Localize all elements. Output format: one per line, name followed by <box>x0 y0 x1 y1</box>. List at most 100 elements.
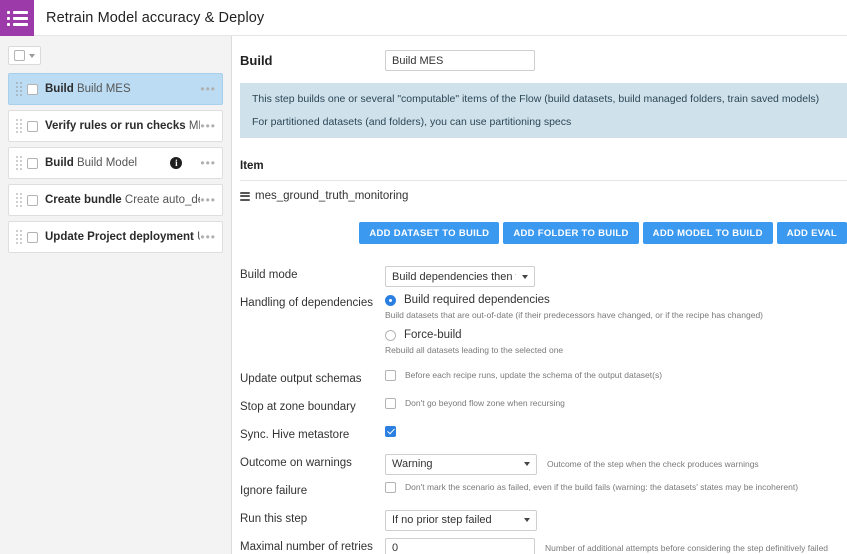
dep-option-1-help: Build datasets that are out-of-date (if … <box>385 310 764 321</box>
step-label-bold: Create bundle <box>45 194 125 206</box>
step-label-rest: Build MES <box>76 83 131 95</box>
ignore-failure-row: Ignore failure Don't mark the scenario a… <box>240 481 847 505</box>
add-model-to-build-button[interactable]: ADD MODEL TO BUILD <box>642 222 773 245</box>
item-section-title: Item <box>240 160 264 173</box>
sidebar-item-update-project-deployment[interactable]: Update Project deployment Upda... ••• <box>8 221 223 253</box>
step-label-rest: Create auto_deplo... <box>124 194 201 206</box>
dep-option-2-help: Rebuild all datasets leading to the sele… <box>385 345 564 356</box>
sidebar-item-build-mes[interactable]: Build Build MES ••• <box>8 73 223 105</box>
step-checkbox[interactable] <box>27 120 38 132</box>
step-label-bold: Verify rules or run checks <box>45 120 189 132</box>
update-output-schemas-text: Before each recipe runs, update the sche… <box>405 370 663 380</box>
build-name-input[interactable] <box>385 50 535 71</box>
maximal-retries-help: Number of additional attempts before con… <box>545 543 829 553</box>
step-menu-icon[interactable]: ••• <box>200 83 216 95</box>
info-banner: This step builds one or several "computa… <box>240 83 847 139</box>
step-label-rest: Build Model <box>76 157 138 169</box>
radio-label: Build required dependencies <box>404 294 550 307</box>
drag-handle-icon[interactable] <box>15 155 22 171</box>
step-menu-icon[interactable]: ••• <box>200 231 216 243</box>
chevron-down-icon[interactable] <box>29 53 35 58</box>
maximal-retries-label: Maximal number of retries <box>240 540 373 553</box>
step-menu-icon[interactable]: ••• <box>200 194 216 206</box>
drag-handle-icon[interactable] <box>15 81 22 97</box>
maximal-retries-input[interactable] <box>385 537 535 554</box>
update-output-schemas-checkbox[interactable] <box>385 369 396 381</box>
step-label: Build Build MES <box>45 83 131 95</box>
divider <box>240 180 847 182</box>
outcome-on-warnings-label: Outcome on warnings <box>240 456 352 469</box>
drag-handle-icon[interactable] <box>15 192 22 208</box>
radio-icon[interactable] <box>385 329 396 341</box>
chevron-down-icon <box>524 462 530 466</box>
step-label: Create bundle Create auto_deplo... <box>45 194 200 206</box>
outcome-on-warnings-help: Outcome of the step when the check produ… <box>547 459 759 469</box>
drag-handle-icon[interactable] <box>15 229 22 245</box>
outcome-on-warnings-select[interactable]: Warning <box>385 453 537 475</box>
app-header: Retrain Model accuracy & Deploy <box>0 0 847 36</box>
step-label-rest: MES check <box>188 120 201 132</box>
ignore-failure-checkbox[interactable] <box>385 481 396 493</box>
dataset-icon <box>240 191 250 201</box>
sidebar-item-verify-rules[interactable]: Verify rules or run checks MES check ••• <box>8 110 223 142</box>
radio-label: Force-build <box>404 329 462 342</box>
maximal-retries-row: Maximal number of retries Number of addi… <box>240 537 847 554</box>
build-label: Build <box>240 53 273 68</box>
step-menu-icon[interactable]: ••• <box>200 120 216 132</box>
radio-icon-selected[interactable] <box>385 294 396 306</box>
step-label: Verify rules or run checks MES check <box>45 120 200 132</box>
update-output-schemas-label: Update output schemas <box>240 372 362 385</box>
bulk-select-control[interactable] <box>8 46 41 65</box>
run-this-step-label: Run this step <box>240 512 308 525</box>
step-detail-panel: Build This step builds one or several "c… <box>232 36 847 554</box>
build-mode-row: Build mode Build dependencies then these… <box>240 266 847 289</box>
step-label-bold: Build <box>45 157 77 169</box>
run-this-step-value: If no prior step failed <box>392 514 492 526</box>
run-this-step-row: Run this step If no prior step failed <box>240 509 847 533</box>
step-label-bold: Update Project deployment <box>45 231 198 243</box>
step-checkbox[interactable] <box>27 194 38 206</box>
checkbox-icon[interactable] <box>14 50 25 61</box>
step-menu-icon[interactable]: ••• <box>200 157 216 169</box>
sync-hive-metastore-checkbox[interactable] <box>385 425 396 437</box>
steps-sidebar: Build Build MES ••• Verify rules or run … <box>0 36 232 554</box>
add-dataset-to-build-button[interactable]: ADD DATASET TO BUILD <box>359 222 500 245</box>
handling-dependencies-label: Handling of dependencies <box>240 297 373 310</box>
outcome-on-warnings-value: Warning <box>392 458 433 470</box>
build-settings-form: Build mode Build dependencies then these… <box>232 266 847 554</box>
add-folder-to-build-button[interactable]: ADD FOLDER TO BUILD <box>503 222 639 245</box>
update-output-schemas-row: Update output schemas Before each recipe… <box>240 369 847 393</box>
stop-at-zone-boundary-row: Stop at zone boundary Don't go beyond fl… <box>240 397 847 421</box>
hamburger-list-icon <box>6 10 28 26</box>
outcome-on-warnings-row: Outcome on warnings Warning Outcome of t… <box>240 453 847 477</box>
drag-handle-icon[interactable] <box>15 118 22 134</box>
list-item[interactable]: mes_ground_truth_monitoring <box>240 190 847 202</box>
ignore-failure-text: Don't mark the scenario as failed, even … <box>405 482 799 492</box>
handling-dependencies-row: Handling of dependencies Build required … <box>240 294 847 364</box>
item-name: mes_ground_truth_monitoring <box>255 190 409 203</box>
run-this-step-select[interactable]: If no prior step failed <box>385 509 537 531</box>
step-checkbox[interactable] <box>27 83 38 95</box>
info-banner-line-2: For partitioned datasets (and folders), … <box>252 116 572 129</box>
add-evaluation-to-build-button[interactable]: ADD EVAL <box>776 222 847 245</box>
info-icon[interactable]: i <box>170 157 183 169</box>
stop-at-zone-boundary-label: Stop at zone boundary <box>240 400 356 413</box>
step-checkbox[interactable] <box>27 231 38 243</box>
stop-at-zone-boundary-checkbox[interactable] <box>385 397 396 409</box>
chevron-down-icon <box>524 518 530 522</box>
build-name-row: Build <box>232 50 847 71</box>
step-list: Build Build MES ••• Verify rules or run … <box>0 73 231 253</box>
step-checkbox[interactable] <box>27 157 38 169</box>
build-mode-value: Build dependencies then these it <box>392 270 516 283</box>
stop-at-zone-boundary-text: Don't go beyond flow zone when recursing <box>405 398 565 408</box>
page-title: Retrain Model accuracy & Deploy <box>46 9 265 26</box>
radio-build-required-dependencies[interactable]: Build required dependencies <box>385 294 550 306</box>
sidebar-item-create-bundle[interactable]: Create bundle Create auto_deplo... ••• <box>8 184 223 216</box>
build-mode-label: Build mode <box>240 269 298 282</box>
ignore-failure-label: Ignore failure <box>240 484 308 497</box>
radio-force-build[interactable]: Force-build <box>385 329 462 341</box>
sidebar-item-build-model[interactable]: Build Build Model i ••• <box>8 147 223 179</box>
build-mode-select[interactable]: Build dependencies then these it <box>385 266 535 288</box>
menu-button[interactable] <box>0 0 34 36</box>
sync-hive-metastore-row: Sync. Hive metastore <box>240 425 847 449</box>
